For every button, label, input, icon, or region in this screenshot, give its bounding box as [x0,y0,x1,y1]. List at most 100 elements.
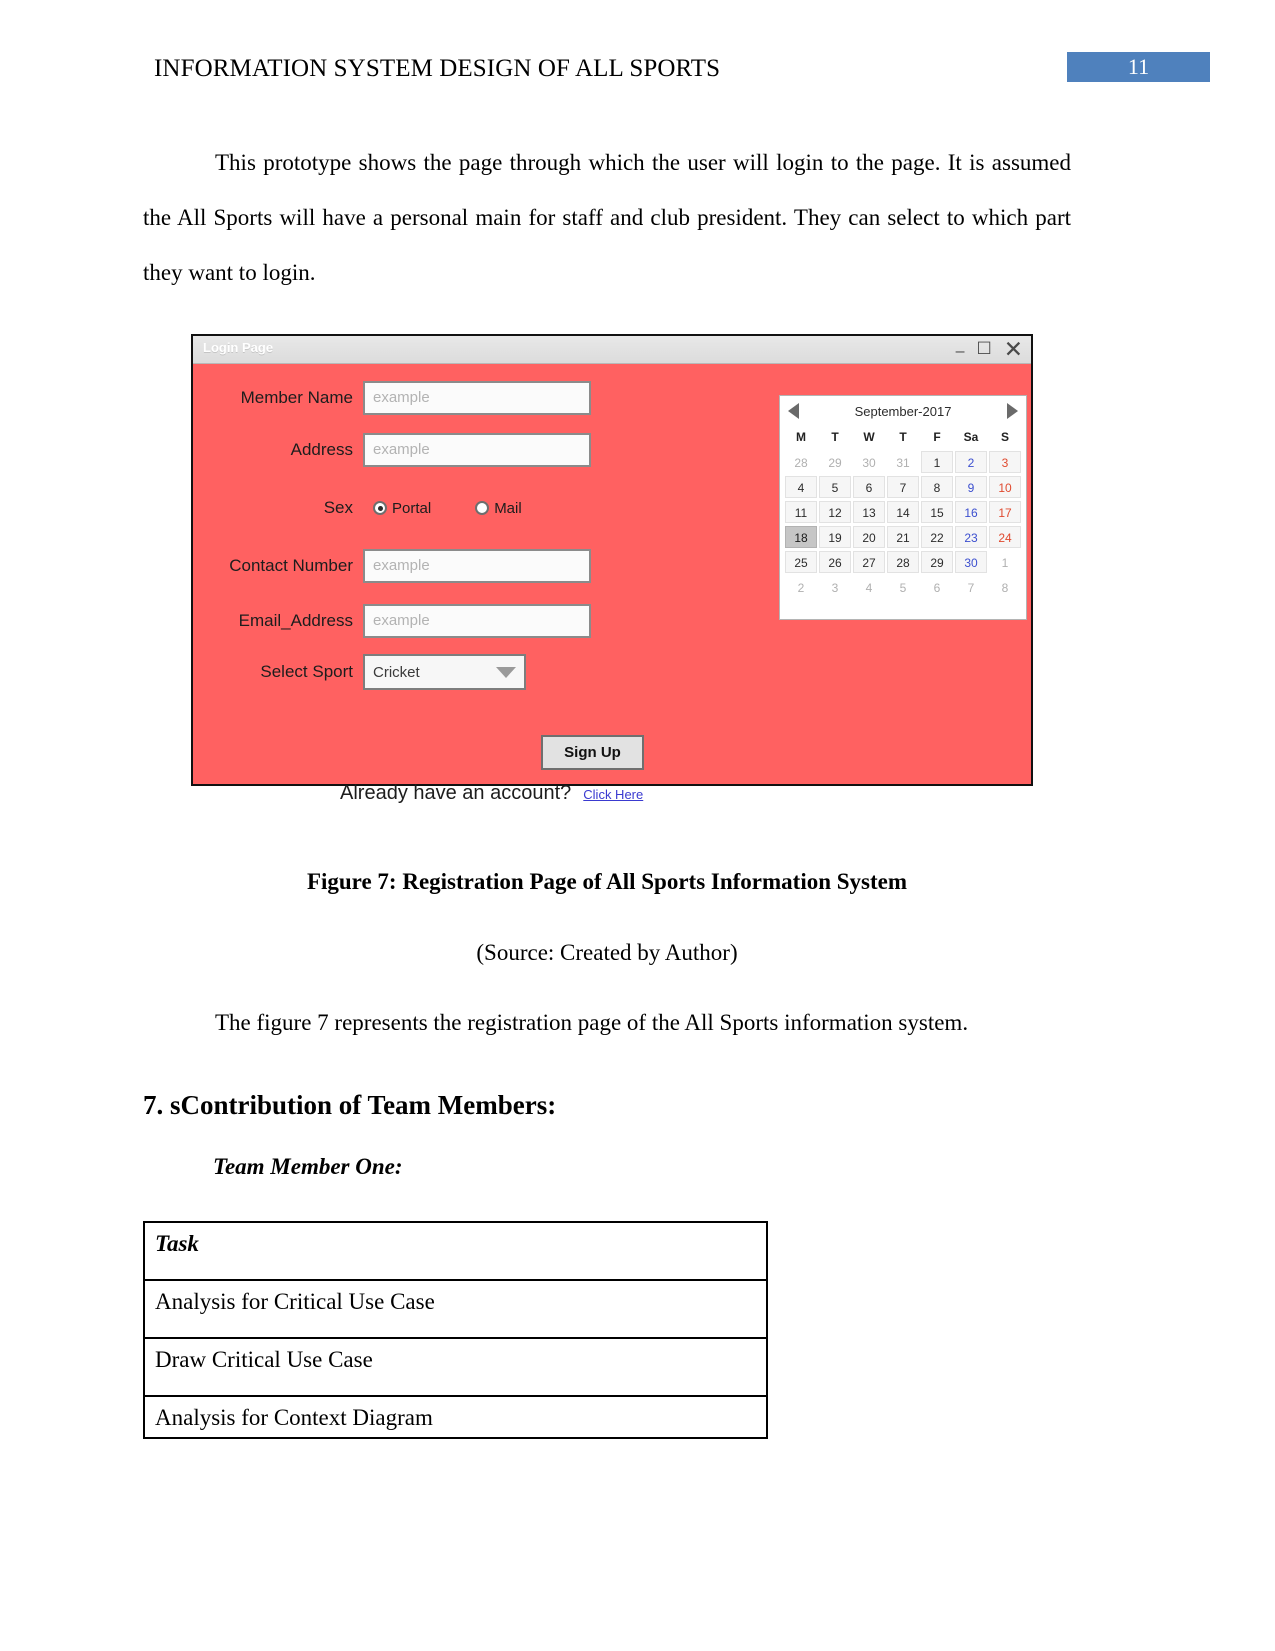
registration-form: Member Name example Address example Sex … [193,364,1031,804]
field-row-sex: Sex Portal Mail [207,490,607,526]
table-cell-task: Analysis for Critical Use Case [143,1279,768,1339]
calendar-day[interactable]: 5 [819,476,851,498]
calendar-day[interactable]: 8 [989,576,1021,598]
calendar-day[interactable]: 17 [989,501,1021,523]
calendar-day[interactable]: 1 [921,451,953,473]
label-member-name: Member Name [240,388,353,407]
field-row-select-sport: Select Sport Cricket [207,654,607,690]
calendar-day[interactable]: 6 [921,576,953,598]
chevron-down-icon[interactable] [496,666,516,678]
calendar-day[interactable]: 1 [989,551,1021,573]
calendar-day[interactable]: 31 [887,451,919,473]
calendar-month-title: September-2017 [854,403,952,419]
calendar-day-selected[interactable]: 18 [785,526,817,548]
input-email-address[interactable]: example [363,604,591,638]
sign-up-button[interactable]: Sign Up [541,735,644,770]
label-sex: Sex [323,498,353,517]
date-picker-calendar: September-2017 M T W T F Sa S 28 29 30 31 1 2 3 4 5 6 7 8 9… [779,395,1027,620]
table-header-row: Task [143,1221,768,1281]
input-contact-number[interactable]: example [363,549,591,583]
calendar-grid: M T W T F Sa S 28 29 30 31 1 2 3 4 5 6 7 8 9 10 11 12 13 14 15 16 1… [780,426,1026,603]
calendar-day[interactable]: 3 [819,576,851,598]
label-address: Address [290,440,353,459]
mockup-title-bar: Login Page – ☐ ✕ [193,336,1031,364]
calendar-day[interactable]: 2 [955,451,987,473]
radio-label-mail: Mail [494,499,522,517]
calendar-day[interactable]: 6 [853,476,885,498]
next-month-icon[interactable] [1007,403,1018,419]
task-table: Task Analysis for Critical Use Case Draw C… [143,1221,768,1439]
calendar-day[interactable]: 20 [853,526,885,548]
calendar-day-header: M [796,430,806,444]
window-title: Login Page [203,340,274,355]
radio-button-icon[interactable] [475,501,490,515]
calendar-day[interactable]: 26 [819,551,851,573]
calendar-day[interactable]: 22 [921,526,953,548]
calendar-day[interactable]: 28 [887,551,919,573]
calendar-day[interactable]: 14 [887,501,919,523]
window-controls: – ☐ ✕ [956,338,1023,363]
calendar-day[interactable]: 25 [785,551,817,573]
radio-option-portal[interactable]: Portal [373,500,431,517]
calendar-day[interactable]: 13 [853,501,885,523]
calendar-day[interactable]: 3 [989,451,1021,473]
input-address[interactable]: example [363,433,591,467]
table-row: Draw Critical Use Case [143,1337,768,1397]
calendar-day[interactable]: 24 [989,526,1021,548]
table-row: Analysis for Critical Use Case [143,1279,768,1339]
calendar-day[interactable]: 21 [887,526,919,548]
calendar-day[interactable]: 7 [887,476,919,498]
table-header-task: Task [143,1221,768,1281]
field-row-email-address: Email_Address example [207,603,607,639]
calendar-day[interactable]: 2 [785,576,817,598]
calendar-day-header: W [863,430,875,444]
previous-month-icon[interactable] [788,403,799,419]
calendar-day[interactable]: 29 [921,551,953,573]
calendar-day[interactable]: 27 [853,551,885,573]
intro-paragraph: This prototype shows the page through wh… [143,150,1071,285]
existing-account-text: Already have an account? [340,782,572,804]
calendar-day[interactable]: 23 [955,526,987,548]
figure-description: The figure 7 represents the registration… [215,1010,969,1035]
calendar-header: September-2017 [780,396,1026,426]
close-icon[interactable]: ✕ [1004,338,1023,361]
select-sport-dropdown[interactable]: Cricket [363,654,526,690]
calendar-day[interactable]: 30 [853,451,885,473]
label-email-address: Email_Address [238,611,353,630]
calendar-day[interactable]: 12 [819,501,851,523]
field-row-address: Address example [207,432,607,468]
page-number-badge: 11 [1067,52,1210,82]
table-cell-task: Draw Critical Use Case [143,1337,768,1397]
calendar-day[interactable]: 15 [921,501,953,523]
header-title: INFORMATION SYSTEM DESIGN OF ALL SPORTS [154,55,721,82]
click-here-link[interactable]: Click Here [583,787,643,802]
maximize-icon[interactable]: ☐ [976,338,991,360]
document-page: INFORMATION SYSTEM DESIGN OF ALL SPORTS … [0,0,1275,1651]
calendar-day-header: S [1000,430,1009,444]
login-page-mockup: Login Page – ☐ ✕ Member Name example Add… [191,334,1033,804]
calendar-day[interactable]: 8 [921,476,953,498]
figure-source: (Source: Created by Author) [476,940,738,965]
calendar-day[interactable]: 28 [785,451,817,473]
calendar-day[interactable]: 9 [955,476,987,498]
radio-option-mail[interactable]: Mail [475,500,522,517]
calendar-day[interactable]: 29 [819,451,851,473]
minimize-icon[interactable]: – [956,341,965,363]
calendar-day[interactable]: 5 [887,576,919,598]
calendar-day[interactable]: 4 [853,576,885,598]
field-row-contact-number: Contact Number example [207,548,607,584]
label-select-sport: Select Sport [260,662,353,681]
calendar-day[interactable]: 10 [989,476,1021,498]
calendar-day[interactable]: 7 [955,576,987,598]
calendar-day[interactable]: 16 [955,501,987,523]
document-header: INFORMATION SYSTEM DESIGN OF ALL SPORTS … [0,52,1275,92]
calendar-day[interactable]: 4 [785,476,817,498]
calendar-day-header: T [831,430,839,444]
input-member-name[interactable]: example [363,381,591,415]
section-heading: 7. sContribution of Team Members: [143,1090,557,1120]
calendar-day[interactable]: 30 [955,551,987,573]
calendar-day[interactable]: 11 [785,501,817,523]
calendar-day[interactable]: 19 [819,526,851,548]
radio-button-icon[interactable] [373,501,387,515]
table-row: Analysis for Context Diagram [143,1395,768,1439]
